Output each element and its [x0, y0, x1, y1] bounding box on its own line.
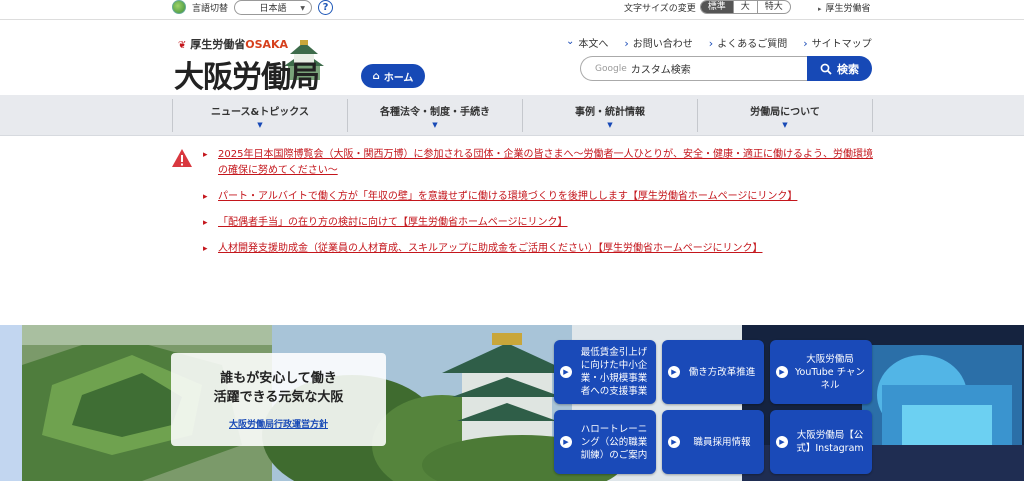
font-size-standard-button[interactable]: 標準	[700, 1, 733, 13]
utility-bar: 言語切替 日本語 ▼ ? 文字サイズの変更 標準 大 特大 厚生労働省	[0, 0, 1024, 20]
hero-banner: 誰もが安心して働き 活躍できる元気な大阪 大阪労働局行政運営方針 ▶ 最低賃金引…	[0, 325, 1024, 481]
arrow-right-icon: ▶	[560, 366, 572, 378]
nav-about-bureau[interactable]: 労働局について ▼	[697, 99, 873, 132]
quick-link-tiles: ▶ 最低賃金引上げに向けた中小企業・小規模事業者への支援事業 ▶ 働き方改革推進…	[554, 340, 872, 478]
hero-headline-2: 活躍できる元気な大阪	[213, 390, 344, 405]
google-brand: Google	[595, 63, 627, 74]
tile-instagram[interactable]: ▶ 大阪労働局【公式】Instagram	[770, 410, 872, 474]
arrow-right-icon: ▶	[668, 366, 680, 378]
notice-link[interactable]: 「配偶者手当」の在り方の検討に向けて【厚生労働省ホームページにリンク】	[203, 215, 879, 231]
tile-work-style-reform[interactable]: ▶ 働き方改革推進	[662, 340, 764, 404]
notice-link[interactable]: 2025年日本国際博覧会（大阪・関西万博）に参加される団体・企業の皆さまへ～労働…	[203, 147, 879, 179]
chevron-down-icon: ▼	[300, 4, 306, 12]
language-label: 言語切替	[192, 3, 229, 14]
main-nav: ニュース&トピックス ▼ 各種法令・制度・手続き ▼ 事例・統計情報 ▼ 労働局につい…	[0, 95, 1024, 136]
search-button[interactable]: 検索	[807, 56, 872, 81]
arrow-right-icon: ▶	[776, 366, 788, 378]
arrow-right-icon: ▶	[776, 436, 788, 448]
site-search: Google カスタム検索 検索	[580, 56, 872, 81]
home-button[interactable]: ⌂ ホーム	[361, 64, 425, 88]
notice-list: 2025年日本国際博覧会（大阪・関西万博）に参加される団体・企業の皆さまへ～労働…	[203, 147, 879, 267]
tile-hello-training[interactable]: ▶ ハロートレーニング（公的職業訓練）のご案内	[554, 410, 656, 474]
home-icon: ⌂	[372, 70, 380, 82]
arrow-right-icon: ▶	[560, 436, 572, 448]
nav-news-topics[interactable]: ニュース&トピックス ▼	[172, 99, 347, 132]
chevron-down-icon: ▼	[607, 120, 613, 129]
font-size-large-button[interactable]: 大	[732, 1, 757, 13]
search-button-label: 検索	[837, 62, 859, 76]
chevron-down-icon: ▼	[432, 120, 438, 129]
hero-message-card: 誰もが安心して働き 活躍できる元気な大阪 大阪労働局行政運営方針	[171, 353, 386, 446]
font-size-switcher: 文字サイズの変更 標準 大 特大	[624, 0, 791, 14]
language-value: 日本語	[259, 3, 287, 14]
language-switcher: 言語切替 日本語 ▼ ?	[172, 0, 334, 15]
language-select[interactable]: 日本語 ▼	[234, 0, 313, 15]
warning-icon	[172, 149, 192, 167]
tile-staff-recruitment[interactable]: ▶ 職員採用情報	[662, 410, 764, 474]
home-label: ホーム	[383, 72, 414, 84]
skip-to-content-link[interactable]: 本文へ	[566, 35, 608, 50]
hero-headline-1: 誰もが安心して働き	[220, 371, 337, 386]
font-size-buttons: 標準 大 特大	[699, 0, 791, 14]
arrow-right-icon: ▶	[668, 436, 680, 448]
tile-minimum-wage-support[interactable]: ▶ 最低賃金引上げに向けた中小企業・小規模事業者への支援事業	[554, 340, 656, 404]
notice-link[interactable]: パート・アルバイトで働く方が「年収の壁」を意識せずに働ける環境づくりを後押ししま…	[203, 189, 879, 205]
font-size-xlarge-button[interactable]: 特大	[756, 1, 790, 13]
search-icon	[820, 63, 832, 75]
mhlw-link[interactable]: 厚生労働省	[818, 1, 871, 14]
policy-link[interactable]: 大阪労働局行政運営方針	[229, 417, 328, 430]
site-logo[interactable]: ❦ 厚生労働省OSAKA 大阪労働局	[172, 36, 352, 95]
nav-cases-statistics[interactable]: 事例・統計情報 ▼	[522, 99, 697, 132]
header-links: 本文へ お問い合わせ よくあるご質問 サイトマップ	[566, 35, 872, 50]
logo-ministry: ❦ 厚生労働省OSAKA	[178, 38, 289, 51]
search-input[interactable]: Google カスタム検索	[580, 56, 809, 81]
chevron-down-icon: ▼	[257, 120, 263, 129]
logo-title: 大阪労働局	[174, 60, 320, 95]
font-size-label: 文字サイズの変更	[624, 3, 696, 14]
nav-laws-procedures[interactable]: 各種法令・制度・手続き ▼	[347, 99, 522, 132]
search-placeholder: カスタム検索	[630, 65, 691, 76]
faq-link[interactable]: よくあるご質問	[709, 35, 787, 50]
notice-link[interactable]: 人材開発支援助成金（従業員の人材育成、スキルアップに助成金をご活用ください）【厚…	[203, 241, 879, 257]
hero-edge	[0, 325, 22, 481]
tile-youtube-channel[interactable]: ▶ 大阪労働局YouTube チャンネル	[770, 340, 872, 404]
help-icon[interactable]: ?	[318, 0, 334, 15]
sitemap-link[interactable]: サイトマップ	[803, 35, 872, 50]
globe-icon	[172, 0, 186, 14]
contact-link[interactable]: お問い合わせ	[624, 35, 693, 50]
chevron-down-icon: ▼	[782, 120, 788, 129]
